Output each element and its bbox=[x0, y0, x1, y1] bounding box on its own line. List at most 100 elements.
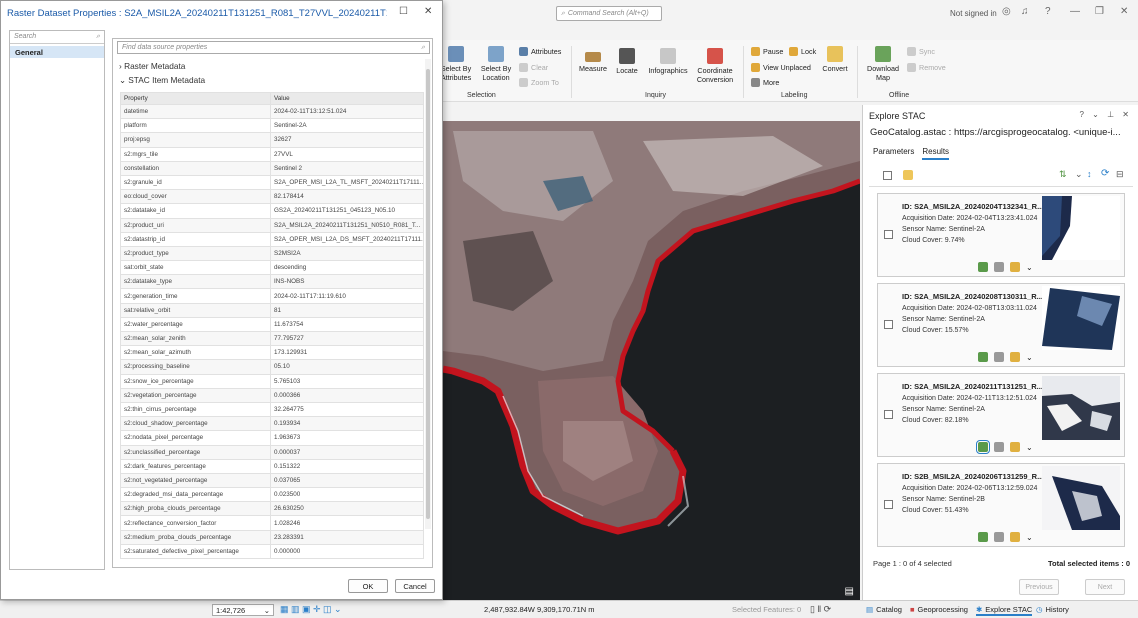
table-row[interactable]: s2:saturated_defective_pixel_percentage 0… bbox=[120, 543, 424, 560]
tab-geoprocessing[interactable]: ■ Geoprocessing bbox=[910, 605, 968, 614]
table-row[interactable]: s2:datatake_id GS2A_20240211T131251_04512… bbox=[120, 203, 424, 219]
add-to-map-icon[interactable] bbox=[978, 532, 988, 542]
result-checkbox[interactable] bbox=[884, 320, 893, 329]
minimize-icon[interactable]: — bbox=[1070, 6, 1080, 17]
table-row[interactable]: s2:medium_proba_clouds_percentage 23.2833… bbox=[120, 529, 424, 545]
result-thumbnail[interactable] bbox=[1042, 286, 1120, 350]
tab-parameters[interactable]: Parameters bbox=[873, 147, 914, 160]
find-properties-input[interactable]: Find data source properties ⌕ bbox=[117, 41, 430, 54]
chevron-down-icon[interactable]: ⌄ bbox=[1026, 443, 1033, 452]
table-row[interactable]: s2:snow_ice_percentage 5.765103 bbox=[120, 373, 424, 389]
export-icon[interactable]: ⊟ bbox=[1116, 169, 1124, 180]
table-row[interactable]: s2:unclassified_percentage 0.000037 bbox=[120, 444, 424, 460]
section-raster-metadata[interactable]: › Raster Metadata bbox=[119, 61, 185, 71]
table-row[interactable]: sat:relative_orbit 81 bbox=[120, 302, 424, 318]
result-thumbnail[interactable] bbox=[1042, 466, 1120, 530]
command-search-input[interactable]: ⌕ Command Search (Alt+Q) bbox=[556, 6, 662, 21]
sort-icon[interactable]: ⇅ bbox=[1059, 169, 1067, 180]
pause-drawing-icon[interactable]: ▯ ‖ ⟳ bbox=[810, 604, 831, 615]
table-row[interactable]: eo:cloud_cover 82.178414 bbox=[120, 189, 424, 205]
tab-results[interactable]: Results bbox=[922, 147, 950, 160]
result-checkbox[interactable] bbox=[884, 230, 893, 239]
result-card[interactable]: ID: S2A_MSIL2A_20240208T130311_R... Acqu… bbox=[877, 283, 1125, 367]
add-to-map-icon[interactable] bbox=[978, 352, 988, 362]
tab-explore-stac[interactable]: ✱ Explore STAC bbox=[976, 605, 1033, 616]
add-layer-icon[interactable] bbox=[1010, 262, 1020, 272]
sync-button[interactable]: Sync bbox=[907, 47, 935, 56]
help-icon[interactable]: ? bbox=[1045, 6, 1051, 17]
add-layer-icon[interactable] bbox=[1010, 532, 1020, 542]
table-row[interactable]: datetime 2024-02-11T13:12:51.024 bbox=[120, 103, 424, 120]
table-row[interactable]: platform Sentinel-2A bbox=[120, 118, 424, 134]
add-to-map-icon[interactable] bbox=[903, 170, 913, 180]
attributes-button[interactable]: Attributes bbox=[519, 47, 561, 56]
remove-button[interactable]: Remove bbox=[907, 63, 946, 72]
cancel-button[interactable]: Cancel bbox=[395, 579, 435, 593]
pause-button[interactable]: Pause bbox=[751, 47, 783, 56]
next-button[interactable]: Next bbox=[1085, 579, 1125, 595]
section-stac-metadata[interactable]: ⌄ STAC Item Metadata bbox=[119, 75, 205, 85]
add-to-map-icon[interactable] bbox=[976, 440, 990, 454]
convert-button[interactable]: Convert bbox=[819, 46, 851, 73]
table-row[interactable]: s2:high_proba_clouds_percentage 26.630250 bbox=[120, 501, 424, 517]
table-row[interactable]: s2:mgrs_tile 27VVL bbox=[120, 146, 424, 162]
details-icon[interactable] bbox=[994, 442, 1004, 452]
select-by-location-button[interactable]: Select By Location bbox=[479, 46, 513, 82]
result-checkbox[interactable] bbox=[884, 500, 893, 509]
table-row[interactable]: s2:not_vegetated_percentage 0.037065 bbox=[120, 472, 424, 489]
add-layer-icon[interactable] bbox=[1010, 352, 1020, 362]
user-icon[interactable]: ◎ bbox=[1002, 6, 1011, 17]
table-row[interactable]: s2:processing_baseline 05.10 bbox=[120, 359, 424, 375]
table-row[interactable]: s2:datatake_type INS-NOBS bbox=[120, 274, 424, 290]
close-app-icon[interactable]: ✕ bbox=[1120, 6, 1128, 17]
result-card[interactable]: ID: S2A_MSIL2A_20240204T132341_R... Acqu… bbox=[877, 193, 1125, 277]
coordinate-conversion-button[interactable]: Coordinate Conversion bbox=[693, 48, 737, 84]
signed-in-status[interactable]: Not signed in bbox=[950, 9, 997, 18]
table-row[interactable]: s2:thin_cirrus_percentage 32.264775 bbox=[120, 401, 424, 418]
sort-options-icon[interactable]: ⌄ bbox=[1075, 169, 1083, 180]
table-row[interactable]: s2:degraded_msi_data_percentage 0.023500 bbox=[120, 487, 424, 503]
table-row[interactable]: s2:mean_solar_azimuth 173.129931 bbox=[120, 345, 424, 361]
tab-catalog[interactable]: ▤ Catalog bbox=[866, 605, 902, 614]
chevron-down-icon[interactable]: ⌄ bbox=[1026, 263, 1033, 272]
sidebar-search-input[interactable]: Search ⌕ bbox=[10, 31, 104, 44]
restore-icon[interactable]: ❐ bbox=[1095, 6, 1104, 17]
add-to-map-icon[interactable] bbox=[978, 262, 988, 272]
measure-button[interactable]: Measure bbox=[577, 52, 609, 73]
scale-dropdown[interactable]: 1:42,726 ⌄ bbox=[212, 604, 274, 616]
clear-button[interactable]: Clear bbox=[519, 63, 548, 72]
result-thumbnail[interactable] bbox=[1042, 376, 1120, 440]
table-row[interactable]: s2:datastrip_id S2A_OPER_MSI_L2A_DS_MSFT_… bbox=[120, 231, 424, 247]
pane-controls[interactable]: ? ⌄ ⊥ ✕ bbox=[1080, 110, 1133, 119]
table-row[interactable]: s2:water_percentage 11.673754 bbox=[120, 316, 424, 333]
table-row[interactable]: sat:orbit_state descending bbox=[120, 260, 424, 276]
maximize-icon[interactable]: ☐ bbox=[399, 6, 408, 17]
close-icon[interactable]: ✕ bbox=[424, 6, 432, 17]
table-row[interactable]: s2:product_uri S2A_MSIL2A_20240211T131251… bbox=[120, 217, 424, 233]
zoom-to-button[interactable]: Zoom To bbox=[519, 78, 559, 87]
table-row[interactable]: s2:generation_time 2024-02-11T17:11:19.61… bbox=[120, 288, 424, 304]
table-row[interactable]: s2:nodata_pixel_percentage 1.963673 bbox=[120, 430, 424, 446]
lock-button[interactable]: Lock bbox=[789, 47, 816, 56]
map-view[interactable]: ▤ bbox=[443, 121, 860, 601]
map-nav-tools[interactable]: ▦ ▥ ▣ ✛ ◫ ⌄ bbox=[280, 604, 342, 615]
table-row[interactable]: s2:cloud_shadow_percentage 0.193934 bbox=[120, 416, 424, 432]
tab-history[interactable]: ◷ History bbox=[1036, 605, 1069, 614]
locate-button[interactable]: Locate bbox=[613, 48, 641, 75]
more-button[interactable]: More bbox=[751, 78, 779, 87]
details-icon[interactable] bbox=[994, 352, 1004, 362]
view-unplaced-button[interactable]: View Unplaced bbox=[751, 63, 811, 72]
table-row[interactable]: s2:vegetation_percentage 0.000366 bbox=[120, 387, 424, 403]
coordinates-readout[interactable]: 2,487,932.84W 9,309,170.71N m bbox=[484, 605, 595, 614]
add-layer-icon[interactable] bbox=[1010, 442, 1020, 452]
ok-button[interactable]: OK bbox=[348, 579, 388, 593]
table-row[interactable]: s2:dark_features_percentage 0.151322 bbox=[120, 458, 424, 474]
select-all-checkbox[interactable] bbox=[883, 171, 892, 180]
previous-button[interactable]: Previous bbox=[1019, 579, 1059, 595]
table-row[interactable]: proj:epsg 32627 bbox=[120, 132, 424, 148]
table-row[interactable]: constellation Sentinel 2 bbox=[120, 160, 424, 176]
select-by-attributes-button[interactable]: Select By Attributes bbox=[439, 46, 473, 82]
table-row[interactable]: s2:granule_id S2A_OPER_MSI_L2A_TL_MSFT_20… bbox=[120, 174, 424, 191]
sidebar-item-general[interactable]: General bbox=[10, 46, 104, 58]
table-row[interactable]: s2:mean_solar_zenith 77.795727 bbox=[120, 330, 424, 347]
